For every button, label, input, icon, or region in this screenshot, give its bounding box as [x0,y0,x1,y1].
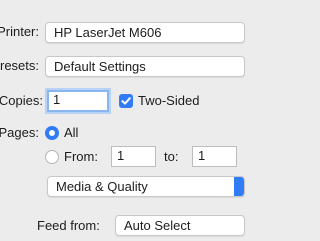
copies-field[interactable]: 1 [47,90,109,112]
pages-from-field[interactable]: 1 [111,146,156,167]
chevron-updown-icon [234,177,244,196]
pages-range-radio[interactable] [45,150,59,164]
presets-value: Default Settings [54,59,146,74]
printer-label: Printer: [0,24,39,39]
checkmark-icon [121,97,131,105]
copies-value: 1 [53,92,61,107]
presets-popup[interactable]: Default Settings [45,56,245,77]
pages-all-label: All [64,125,79,140]
pages-from-label: From: [64,149,98,164]
pages-all-radio[interactable] [45,126,59,140]
section-popup[interactable]: Media & Quality [47,176,245,197]
two-sided-checkbox[interactable] [119,94,133,108]
pages-from-value: 1 [117,148,125,163]
feed-from-value: Auto Select [124,218,191,233]
copies-label: Copies: [0,93,43,108]
pages-label: Pages: [0,125,39,140]
feed-from-label: Feed from: [37,218,100,233]
section-value: Media & Quality [56,179,148,194]
pages-to-value: 1 [198,148,206,163]
printer-value: HP LaserJet M606 [54,25,162,40]
presets-label: Presets: [0,58,39,73]
pages-to-label: to: [164,149,179,164]
feed-from-popup[interactable]: Auto Select [115,215,245,236]
pages-to-field[interactable]: 1 [192,146,237,167]
printer-popup[interactable]: HP LaserJet M606 [45,22,245,43]
two-sided-label: Two-Sided [138,93,200,108]
